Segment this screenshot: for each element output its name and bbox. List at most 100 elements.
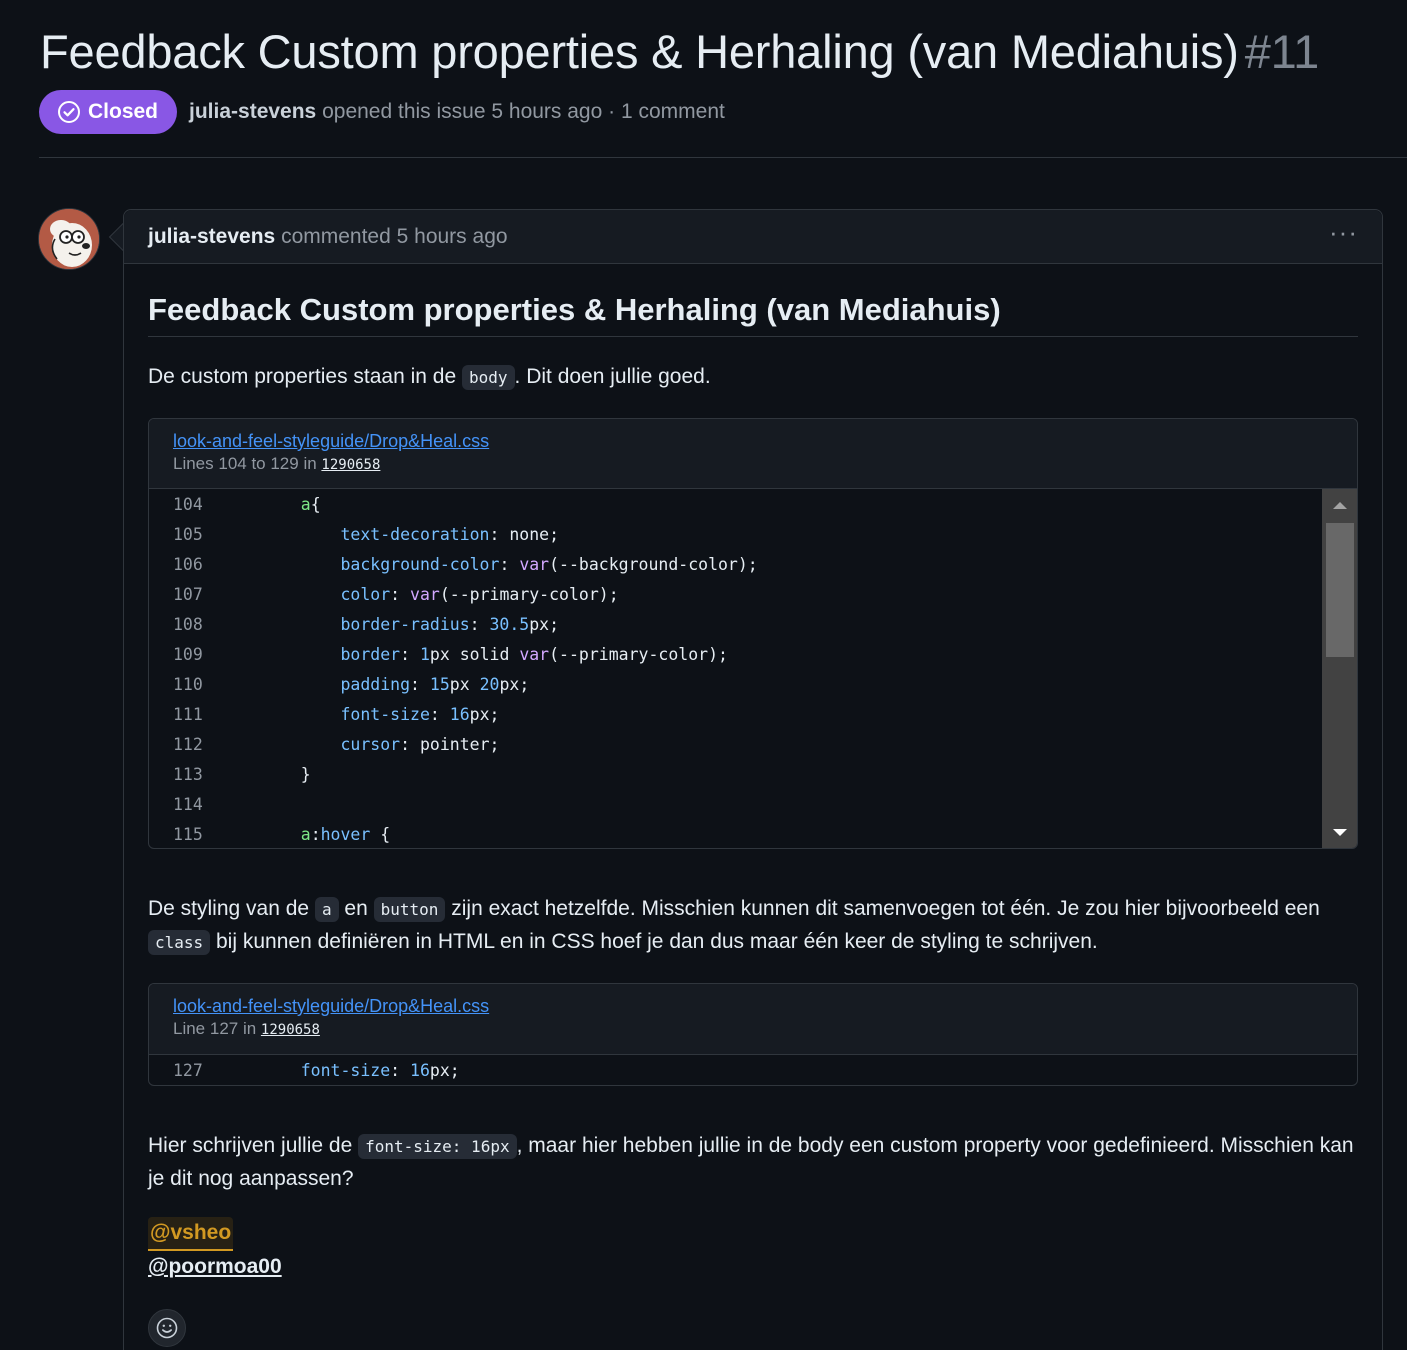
- code-token: px;: [529, 614, 560, 634]
- code-token: {: [370, 824, 391, 844]
- mention-vsheo[interactable]: @vsheo: [148, 1217, 234, 1251]
- p2-text-2: en: [338, 897, 374, 920]
- code-token: var: [519, 554, 550, 574]
- snippet-sha-link-2[interactable]: 1290658: [261, 1022, 320, 1038]
- code-text: a{: [261, 495, 321, 514]
- issue-title-text: Feedback Custom properties & Herhaling (…: [40, 25, 1239, 78]
- comment-author-link[interactable]: julia-stevens: [148, 225, 275, 248]
- code-scrollbar[interactable]: [1322, 489, 1357, 848]
- line-number[interactable]: 111: [149, 705, 261, 724]
- scroll-up-arrow-icon[interactable]: [1322, 489, 1357, 521]
- code-token: font-size: [300, 1060, 391, 1080]
- code-token: :: [390, 584, 411, 604]
- line-number[interactable]: 110: [149, 675, 261, 694]
- code-token: : pointer;: [400, 734, 500, 754]
- code-token: 30.5: [489, 614, 530, 634]
- code-token: :: [310, 824, 321, 844]
- kebab-menu-icon[interactable]: ···: [1329, 219, 1358, 245]
- code-token: 15: [429, 674, 450, 694]
- state-badge-closed: Closed: [39, 90, 178, 134]
- issue-author-link[interactable]: julia-stevens: [189, 100, 316, 123]
- mentions: @vsheo @poormoa00: [148, 1217, 1358, 1283]
- line-number[interactable]: 112: [149, 735, 261, 754]
- snippet2-line: 127 font-size: 16px;: [149, 1055, 1357, 1085]
- add-reaction-button[interactable]: [148, 1309, 186, 1347]
- snippet-range-text-1: Lines 104 to 129 in: [173, 454, 322, 473]
- code-token: px;: [429, 1060, 460, 1080]
- issue-number: #11: [1244, 25, 1320, 78]
- snippet-header-1: look-and-feel-styleguide/Drop&Heal.css L…: [149, 419, 1357, 489]
- issue-opened-text: julia-stevens opened this issue 5 hours …: [189, 100, 725, 124]
- issue-meta: Closed julia-stevens opened this issue 5…: [39, 90, 725, 134]
- line-number[interactable]: 109: [149, 645, 261, 664]
- snippet-sha-link-1[interactable]: 1290658: [321, 457, 380, 473]
- code-token: (--primary-color);: [439, 584, 619, 604]
- state-label: Closed: [88, 100, 159, 123]
- inline-code-body: body: [462, 365, 515, 390]
- code-text: border-radius: 30.5px;: [261, 615, 559, 634]
- code-token: : none;: [489, 524, 560, 544]
- code-text: font-size: 16px;: [261, 705, 499, 724]
- line-number[interactable]: 114: [149, 795, 261, 814]
- code-token: (--background-color);: [549, 554, 758, 574]
- snippet1-line: 112 cursor: pointer;: [149, 729, 1357, 759]
- snippet-range-1: Lines 104 to 129 in 1290658: [173, 454, 1333, 474]
- line-number[interactable]: 106: [149, 555, 261, 574]
- code-text: cursor: pointer;: [261, 735, 499, 754]
- snippet-range-2: Line 127 in 1290658: [173, 1019, 1333, 1039]
- line-number[interactable]: 104: [149, 495, 261, 514]
- snippet-header-2: look-and-feel-styleguide/Drop&Heal.css L…: [149, 984, 1357, 1055]
- line-number[interactable]: 113: [149, 765, 261, 784]
- scroll-thumb[interactable]: [1326, 523, 1354, 657]
- snippet1-line: 113 }: [149, 759, 1357, 789]
- code-token: border: [340, 644, 401, 664]
- comment-time[interactable]: commented 5 hours ago: [281, 225, 507, 248]
- paragraph-1: De custom properties staan in de body. D…: [148, 361, 1358, 394]
- code-token: }: [261, 764, 311, 784]
- mention-poormoa00[interactable]: @poormoa00: [148, 1251, 282, 1283]
- snippet1-line: 110 padding: 15px 20px;: [149, 669, 1357, 699]
- code-area-2[interactable]: 127 font-size: 16px;: [149, 1055, 1357, 1085]
- code-area-1[interactable]: 104 a{105 text-decoration: none; 106 back…: [149, 489, 1357, 848]
- snippet1-line: 115 a:hover {: [149, 819, 1357, 848]
- line-number[interactable]: 105: [149, 525, 261, 544]
- p2-text-1: De styling van de: [148, 897, 315, 920]
- snippet1-line: 107 color: var(--primary-color);: [149, 579, 1357, 609]
- code-token: hover: [320, 824, 371, 844]
- code-token: 16: [410, 1060, 430, 1080]
- line-number[interactable]: 107: [149, 585, 261, 604]
- code-token: :: [390, 1060, 411, 1080]
- code-token: :: [400, 644, 420, 664]
- snippet-file-link-1[interactable]: look-and-feel-styleguide/Drop&Heal.css: [173, 431, 1333, 452]
- p2-text-4: bij kunnen definiëren in HTML en in CSS …: [210, 930, 1098, 953]
- snippet-file-link-2[interactable]: look-and-feel-styleguide/Drop&Heal.css: [173, 996, 1333, 1017]
- code-token: a: [300, 824, 311, 844]
- code-token: color: [340, 584, 391, 604]
- snippet1-line: 105 text-decoration: none;: [149, 519, 1357, 549]
- code-text: }: [261, 765, 311, 784]
- avatar-illustration: [39, 209, 99, 269]
- code-token: text-decoration: [340, 524, 490, 544]
- code-permalink-2: look-and-feel-styleguide/Drop&Heal.css L…: [148, 983, 1358, 1086]
- code-token: var: [410, 584, 440, 604]
- code-token: :: [499, 554, 520, 574]
- code-lines-2: 127 font-size: 16px;: [149, 1055, 1357, 1085]
- code-token: px: [449, 674, 480, 694]
- code-token: 20: [479, 674, 500, 694]
- code-token: var: [519, 644, 550, 664]
- scroll-down-arrow-icon[interactable]: [1322, 817, 1357, 848]
- line-number[interactable]: 127: [149, 1061, 261, 1080]
- snippet1-line: 111 font-size: 16px;: [149, 699, 1357, 729]
- line-number[interactable]: 115: [149, 825, 261, 844]
- line-number[interactable]: 108: [149, 615, 261, 634]
- code-permalink-1: look-and-feel-styleguide/Drop&Heal.css L…: [148, 418, 1358, 849]
- code-text: color: var(--primary-color);: [261, 584, 619, 604]
- avatar[interactable]: [38, 208, 100, 270]
